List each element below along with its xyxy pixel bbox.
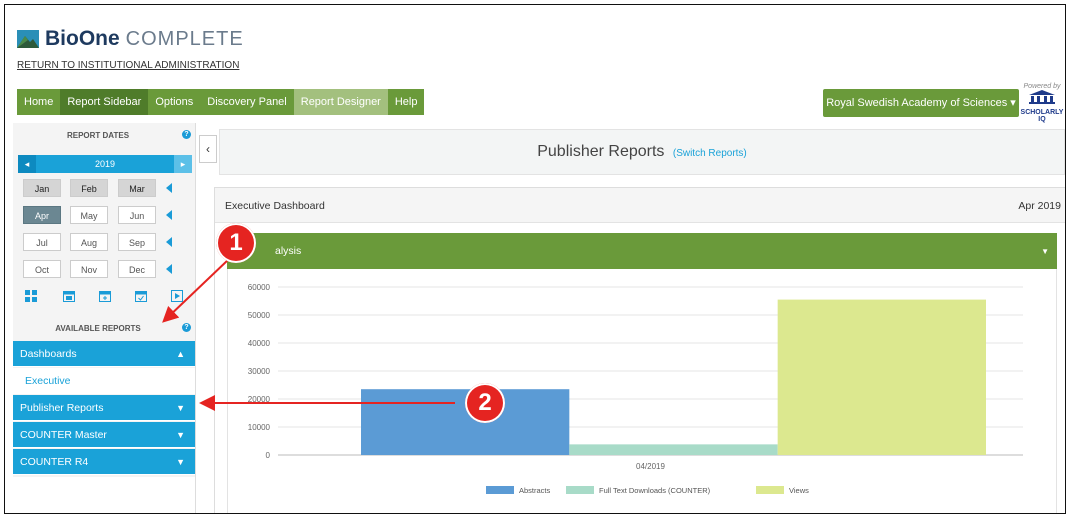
annotation-arrows [162, 258, 455, 411]
arrow-1 [162, 258, 230, 323]
callout-2: 2 [465, 383, 505, 423]
callout-1: 1 [216, 223, 256, 263]
app-frame: BioOne COMPLETE RETURN TO INSTITUTIONAL … [4, 4, 1066, 514]
